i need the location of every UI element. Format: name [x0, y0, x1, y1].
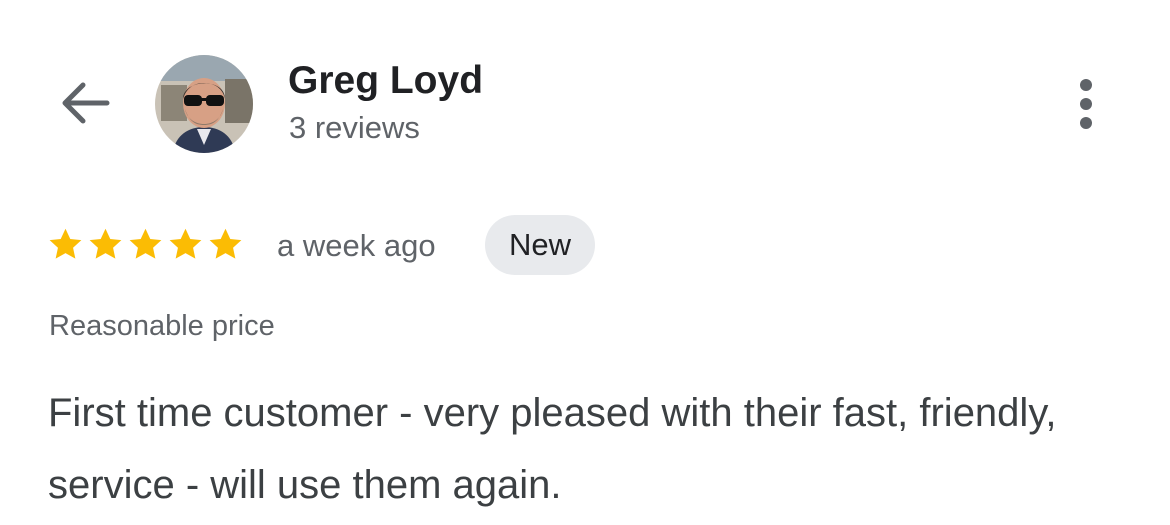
- reviewer-name[interactable]: Greg Loyd: [288, 58, 483, 104]
- review-timestamp: a week ago: [277, 228, 436, 263]
- star-icon: [209, 228, 242, 259]
- back-button[interactable]: [52, 75, 116, 131]
- review-text: First time customer - very pleased with …: [48, 391, 1057, 507]
- review-count[interactable]: 3 reviews: [289, 109, 420, 147]
- more-options-button[interactable]: [1060, 72, 1112, 136]
- star-icon: [169, 228, 202, 259]
- more-vertical-icon: [1080, 79, 1092, 129]
- star-icon: [49, 228, 82, 259]
- avatar[interactable]: [155, 55, 253, 153]
- review-attribute: Reasonable price: [49, 310, 275, 342]
- star-icon: [129, 228, 162, 259]
- new-badge: New: [485, 215, 596, 275]
- reviewer-photo: [155, 55, 253, 153]
- star-icon: [89, 228, 122, 259]
- arrow-left-icon: [62, 82, 110, 124]
- star-rating: [47, 226, 244, 263]
